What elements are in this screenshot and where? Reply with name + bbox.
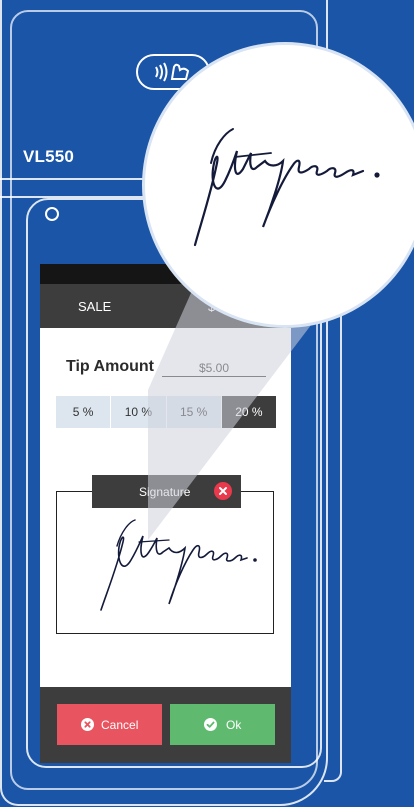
- x-circle-icon: [81, 718, 94, 731]
- cancel-button[interactable]: Cancel: [57, 704, 162, 745]
- cancel-button-label: Cancel: [101, 718, 139, 732]
- tip-option-20[interactable]: 20 %: [221, 396, 276, 428]
- ok-button[interactable]: Ok: [170, 704, 275, 745]
- device-model-label: VL550: [23, 147, 75, 166]
- tip-options: 5 % 10 % 15 % 20 %: [56, 396, 276, 428]
- payment-terminal-illustration: VL550 SALE $ Tip Amount $5.00 5 % 10 % 1…: [0, 0, 414, 807]
- ok-button-label: Ok: [226, 718, 242, 732]
- signature-zoom-bubble: [145, 45, 414, 325]
- signature-pad[interactable]: [56, 491, 274, 634]
- tip-option-5[interactable]: 5 %: [56, 396, 111, 428]
- tip-amount-field[interactable]: $5.00: [162, 357, 266, 377]
- close-circle-icon[interactable]: [214, 482, 232, 500]
- terminal-right-rail: [324, 262, 342, 782]
- camera-icon: [45, 207, 59, 221]
- transaction-type-label: SALE: [78, 299, 112, 314]
- terminal-screen: SALE $ Tip Amount $5.00 5 % 10 % 15 % 20…: [40, 264, 291, 763]
- signature-zoom-drawing: [193, 128, 380, 247]
- tip-amount-title: Tip Amount: [66, 358, 154, 375]
- signature-tab-label: Signature: [139, 485, 191, 499]
- tip-option-10[interactable]: 10 %: [111, 396, 166, 428]
- signature-drawing: [100, 519, 257, 611]
- tip-option-15[interactable]: 15 %: [166, 396, 221, 428]
- check-circle-icon: [204, 718, 217, 731]
- action-footer: Cancel Ok: [40, 687, 291, 763]
- signature-tab: Signature: [92, 475, 241, 508]
